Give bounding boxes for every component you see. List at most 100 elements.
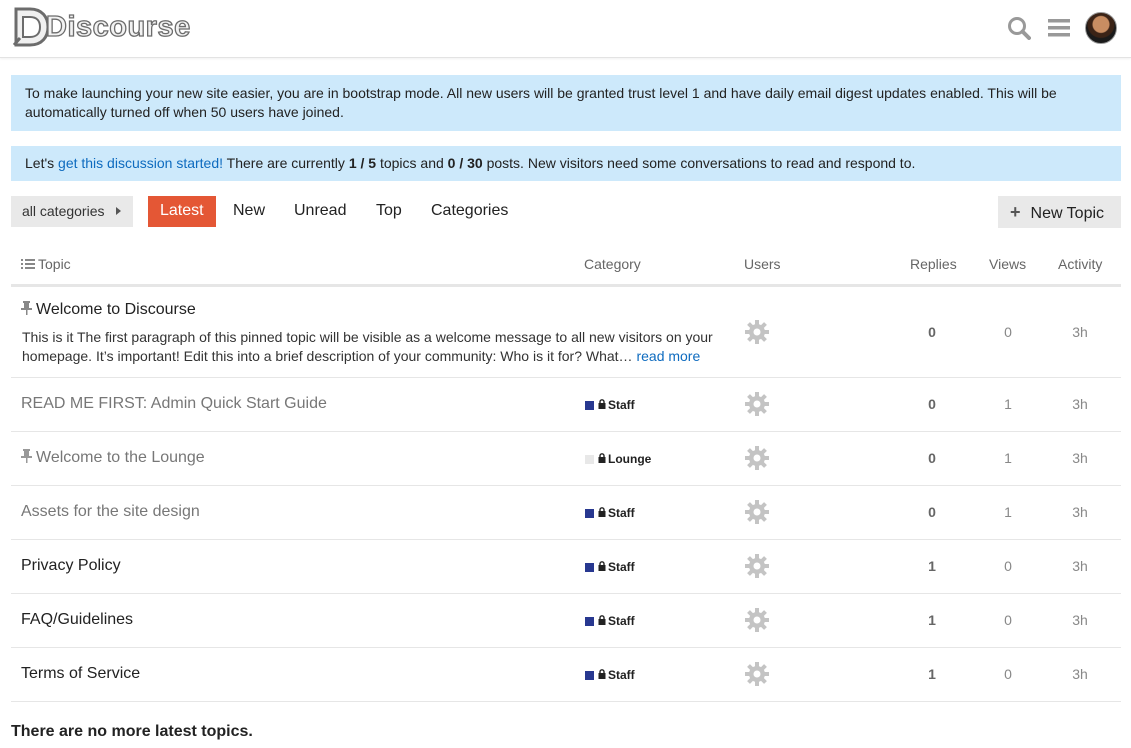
table-row: Terms of Service Staff 1 0 3h: [11, 648, 1121, 702]
tab-latest[interactable]: Latest: [148, 196, 216, 227]
user-avatar[interactable]: [1085, 12, 1117, 44]
activity-time[interactable]: 3h: [1050, 324, 1110, 340]
category-badge[interactable]: Staff: [585, 614, 635, 628]
category-name: Staff: [608, 560, 635, 574]
th-views[interactable]: Views: [989, 256, 1026, 272]
table-row: FAQ/Guidelines Staff 1 0 3h: [11, 594, 1121, 648]
lock-icon: [598, 506, 608, 520]
topic-title-link[interactable]: Assets for the site design: [21, 503, 200, 521]
lock-icon: [598, 668, 608, 682]
category-color-swatch: [585, 670, 594, 680]
topic-title-text: Terms of Service: [21, 665, 141, 682]
activity-time[interactable]: 3h: [1050, 504, 1110, 520]
activity-time[interactable]: 3h: [1050, 612, 1110, 628]
banner-text-prefix: Let's: [25, 155, 59, 171]
banner-text-mid: There are currently: [223, 155, 349, 171]
start-discussion-banner: Let's get this discussion started! There…: [11, 146, 1121, 181]
hamburger-menu-icon[interactable]: [1039, 10, 1079, 46]
topic-title-link[interactable]: Privacy Policy: [21, 557, 121, 575]
activity-time[interactable]: 3h: [1050, 666, 1110, 682]
category-badge[interactable]: Staff: [585, 398, 635, 412]
list-icon: [21, 259, 35, 269]
topic-title-link[interactable]: FAQ/Guidelines: [21, 611, 133, 629]
lock-icon: [598, 452, 608, 466]
views-count: 0: [1004, 324, 1012, 340]
table-row: READ ME FIRST: Admin Quick Start Guide St…: [11, 378, 1121, 432]
views-count: 1: [1004, 396, 1012, 412]
tab-new[interactable]: New: [233, 196, 265, 227]
views-count: 0: [1004, 558, 1012, 574]
topic-title-text: READ ME FIRST: Admin Quick Start Guide: [21, 395, 327, 412]
lock-icon: [598, 560, 608, 574]
category-color-swatch: [585, 400, 594, 410]
logo-mark-icon: [12, 7, 50, 47]
table-row: Assets for the site design Staff 0 1 3h: [11, 486, 1121, 540]
replies-count: 0: [928, 396, 936, 412]
category-color-swatch: [585, 454, 594, 464]
topic-title-link[interactable]: Welcome to Discourse: [36, 301, 196, 319]
read-more-link[interactable]: read more: [636, 348, 700, 364]
topics-count: 1 / 5: [348, 155, 377, 171]
topic-title-text: Assets for the site design: [21, 503, 200, 520]
category-badge[interactable]: Staff: [585, 668, 635, 682]
category-name: Staff: [608, 614, 635, 628]
th-category[interactable]: Category: [584, 256, 641, 272]
topic-title-link[interactable]: Welcome to the Lounge: [21, 449, 205, 467]
system-user-avatar[interactable]: [744, 391, 770, 422]
caret-right-icon: [116, 207, 121, 215]
th-topic-label: Topic: [38, 256, 71, 272]
system-user-avatar[interactable]: [744, 499, 770, 530]
category-color-swatch: [585, 508, 594, 518]
tab-categories[interactable]: Categories: [431, 196, 508, 227]
topic-title-text: Privacy Policy: [21, 557, 121, 574]
th-topic[interactable]: Topic: [21, 256, 71, 272]
views-count: 0: [1004, 666, 1012, 682]
activity-time[interactable]: 3h: [1050, 558, 1110, 574]
replies-count: 1: [928, 558, 936, 574]
topic-list-header: Topic Category Users Replies Views Activ…: [11, 246, 1121, 287]
topic-excerpt-text: This is it The first paragraph of this p…: [22, 329, 713, 364]
th-replies[interactable]: Replies: [910, 256, 957, 272]
lock-icon: [598, 614, 608, 628]
category-badge[interactable]: Staff: [585, 506, 635, 520]
th-users[interactable]: Users: [744, 256, 781, 272]
table-row: Welcome to Discourse This is it The firs…: [11, 288, 1121, 378]
system-user-avatar[interactable]: [744, 553, 770, 584]
category-name: Lounge: [608, 452, 652, 466]
category-name: Staff: [608, 506, 635, 520]
activity-time[interactable]: 3h: [1050, 396, 1110, 412]
views-count: 1: [1004, 504, 1012, 520]
new-topic-label: New Topic: [1030, 205, 1105, 222]
system-user-avatar[interactable]: [744, 319, 770, 350]
tab-top[interactable]: Top: [376, 196, 402, 227]
topic-excerpt: This is it The first paragraph of this p…: [22, 328, 742, 366]
topic-title-link[interactable]: Terms of Service: [21, 665, 140, 683]
start-discussion-link[interactable]: get this discussion started!: [58, 155, 223, 171]
topic-title-link[interactable]: READ ME FIRST: Admin Quick Start Guide: [21, 395, 327, 413]
views-count: 0: [1004, 612, 1012, 628]
category-badge[interactable]: Lounge: [585, 452, 651, 466]
system-user-avatar[interactable]: [744, 445, 770, 476]
bootstrap-mode-text: To make launching your new site easier, …: [25, 85, 1057, 120]
topic-title-text: FAQ/Guidelines: [21, 611, 134, 628]
plus-icon: +: [1010, 202, 1021, 222]
pin-icon: [21, 449, 36, 466]
discourse-logo[interactable]: Discourse: [10, 5, 191, 49]
search-icon[interactable]: [999, 10, 1039, 46]
th-activity[interactable]: Activity: [1058, 256, 1102, 272]
system-user-avatar[interactable]: [744, 607, 770, 638]
replies-count: 0: [928, 324, 936, 340]
system-user-avatar[interactable]: [744, 661, 770, 692]
category-badge[interactable]: Staff: [585, 560, 635, 574]
category-color-swatch: [585, 616, 594, 626]
tab-unread[interactable]: Unread: [294, 196, 346, 227]
category-dropdown[interactable]: all categories: [11, 196, 133, 227]
table-row: Privacy Policy Staff 1 0 3h: [11, 540, 1121, 594]
new-topic-button[interactable]: + New Topic: [998, 196, 1121, 228]
header-icons: [999, 10, 1117, 46]
category-name: Staff: [608, 398, 635, 412]
category-name: Staff: [608, 668, 635, 682]
views-count: 1: [1004, 450, 1012, 466]
activity-time[interactable]: 3h: [1050, 450, 1110, 466]
logo-text: Discourse: [45, 10, 191, 43]
